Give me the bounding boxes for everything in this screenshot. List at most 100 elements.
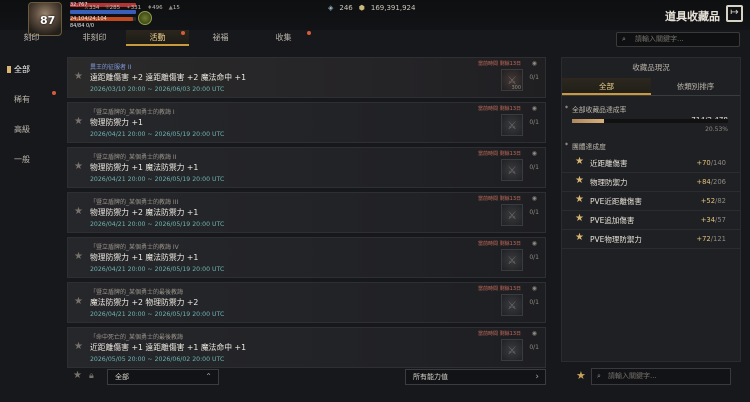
exit-icon[interactable]: ↦ [726,5,743,22]
ability-dropdown[interactable]: 所有能力值 › [405,369,546,385]
tab-4[interactable]: 收集 [252,30,315,46]
group-row[interactable]: ★ PVE物理防禦力 +72/121 [562,230,740,249]
favorite-filter-star-icon[interactable]: ★ [73,370,82,381]
collection-date: 2026/04/21 20:00 ~ 2026/05/19 20:00 UTC [90,221,225,228]
list-filter-bar: ★ 🔒︎ 全部 ⌃ 所有能力值 › [67,368,546,386]
total-label: 全部收藏品達成率 [562,96,740,114]
group-list: ★ 近距離傷害 +70/140 ★ 物理防禦力 +84/206 ★ PVE近距離傷害 +52/8… [562,154,740,249]
favorite-star-icon[interactable]: ★ [74,116,83,127]
collection-subtitle: 異王的征服者 II [90,64,132,71]
panel-tabs: 全部 依類別排序 [562,78,740,96]
group-gain: +72 [696,235,711,243]
star-icon: ★ [575,213,584,224]
filter-dropdown[interactable]: 全部 ⌃ [107,369,219,385]
group-total: /121 [710,235,726,243]
stat-item: ♦496 [147,5,162,12]
collection-row[interactable]: ★ 「暨立盾牌的_某個勇士的教誨 III 物理防禦力 +2 魔法防禦力 +1 2026… [67,192,546,233]
favorite-star-icon[interactable]: ★ [74,71,83,82]
eye-icon[interactable]: ◉ [532,105,537,112]
nav-item-1[interactable]: 稀有 [0,85,60,115]
panel-tab-0[interactable]: 全部 [562,78,651,95]
nav-item-2[interactable]: 高級 [0,115,60,145]
bottom-search-input[interactable]: ⌕ 請輸入關鍵字... [591,368,731,385]
group-value: +84/206 [696,178,726,186]
collection-stats: 魔法防禦力 +2 物理防禦力 +2 [90,298,199,307]
eye-icon[interactable]: ◉ [532,330,537,337]
gold-icon: ⬢ [358,4,365,12]
eye-icon[interactable]: ◉ [532,195,537,202]
top-search-placeholder: 請輸入關鍵字... [635,35,684,43]
gold-amount: 169,391,924 [370,4,416,12]
favorite-star-icon[interactable]: ★ [74,341,83,352]
eye-icon[interactable]: ◉ [532,240,537,247]
collection-stats: 近距離傷害 +1 遠距離傷害 +1 魔法命中 +1 [90,343,247,352]
favorite-star-icon[interactable]: ★ [74,206,83,217]
eye-icon[interactable]: ◉ [532,60,537,67]
stat-item: ⛨285 [105,5,120,12]
eye-icon[interactable]: ◉ [532,285,537,292]
top-search-input[interactable]: ⌕ 請輸入關鍵字... [616,32,740,47]
stat-value: 331 [130,5,142,11]
rarity-nav: 全部稀有高級 一般 [0,55,60,175]
panel-header: 收藏品現況 [632,63,670,72]
collection-count: 0/1 [529,344,539,351]
nav-item-0[interactable]: 全部 [0,55,60,85]
favorite-star-icon[interactable]: ★ [74,296,83,307]
collection-row[interactable]: ★ 「命中死亡的_某個勇士的最後教誨 近距離傷害 +1 遠距離傷害 +1 魔法命中 … [67,327,546,368]
favorite-star-icon[interactable]: ★ [74,161,83,172]
collection-stats: 物理防禦力 +1 [90,118,143,127]
collection-count: 0/1 [529,254,539,261]
item-slot-icon[interactable]: ⚔ [501,114,523,136]
top-hud: 87 32,767 24,104/24,104 84/84 0/0 ⚔334 ⛨2… [0,0,750,36]
chevron-right-icon: › [535,372,539,382]
group-row[interactable]: ★ PVE近距離傷害 +52/82 [562,192,740,211]
item-slot-icon[interactable]: ⚔ [501,249,523,271]
collection-subtitle: 「暨立盾牌的_某個勇士的最後教誨 [90,289,184,296]
event-time-badge: 當前時間 剩餘13日 [478,196,521,202]
buff-icon[interactable] [138,11,152,25]
item-slot-icon[interactable]: ⚔ [501,204,523,226]
character-level: 87 [40,14,56,27]
group-row[interactable]: ★ PVE追加傷害 +34/57 [562,211,740,230]
tab-label: 刻印 [23,33,40,42]
collection-subtitle: 「暨立盾牌的_某個勇士的教誨 II [90,154,177,161]
tab-3[interactable]: 祕福 [189,30,252,46]
tab-0[interactable]: 刻印 [0,30,63,46]
group-row[interactable]: ★ 物理防禦力 +84/206 [562,173,740,192]
collection-count: 0/1 [529,209,539,216]
event-time-badge: 當前時間 剩餘13日 [478,106,521,112]
tab-1[interactable]: 非刻印 [63,30,126,46]
item-slot-icon[interactable]: ⚔ [501,159,523,181]
star-icon: ★ [575,175,584,186]
collection-row[interactable]: ★ 異王的征服者 II 遠距離傷害 +2 遠距離傷害 +2 魔法命中 +1 2026/… [67,57,546,98]
tab-2[interactable]: 活動 [126,30,189,46]
collection-row[interactable]: ★ 「暨立盾牌的_某個勇士的最後教誨 魔法防禦力 +2 物理防禦力 +2 2026/0… [67,282,546,323]
lock-icon[interactable]: 🔒︎ [89,371,94,381]
eye-icon[interactable]: ◉ [532,150,537,157]
item-slot-icon[interactable]: ⚔ [501,294,523,316]
panel-tab-1[interactable]: 依類別排序 [651,78,740,95]
stat-value: 334 [88,5,100,11]
collection-date: 2026/03/10 20:00 ~ 2026/06/03 20:00 UTC [90,86,225,93]
collection-row[interactable]: ★ 「暨立盾牌的_某個勇士的教誨 I 物理防禦力 +1 2026/04/21 20:0… [67,102,546,143]
group-total: /206 [710,178,726,186]
main-tabs: 刻印 非刻印 活動 祕福 收集 [0,30,560,46]
collection-date: 2026/04/21 20:00 ~ 2026/05/19 20:00 UTC [90,266,225,273]
collection-row[interactable]: ★ 「暨立盾牌的_某個勇士的教誨 II 物理防禦力 +1 魔法防禦力 +1 2026/… [67,147,546,188]
favorite-star-icon[interactable]: ★ [576,369,586,382]
collection-count: 0/1 [529,299,539,306]
collection-row[interactable]: ★ 「暨立盾牌的_某個勇士的教誨 IV 物理防禦力 +1 魔法防禦力 +1 2026/… [67,237,546,278]
nav-item-label: 全部 [14,65,30,74]
nav-item-3[interactable]: 一般 [0,145,60,175]
stat-item: ▲15 [169,5,180,12]
collection-subtitle: 「暨立盾牌的_某個勇士的教誨 III [90,199,179,206]
collection-status-panel: 收藏品現況 全部依類別排序 全部收藏品達成率 714/3,478 20.53% … [561,57,741,362]
item-slot-icon[interactable]: ⚔ [501,339,523,361]
event-time-badge: 當前時間 剩餘13日 [478,331,521,337]
group-label: 團體達成度 [562,133,740,151]
chevron-up-icon: ⌃ [205,372,212,381]
nav-item-label: 稀有 [14,95,30,104]
notification-dot [307,31,311,35]
favorite-star-icon[interactable]: ★ [74,251,83,262]
group-row[interactable]: ★ 近距離傷害 +70/140 [562,154,740,173]
